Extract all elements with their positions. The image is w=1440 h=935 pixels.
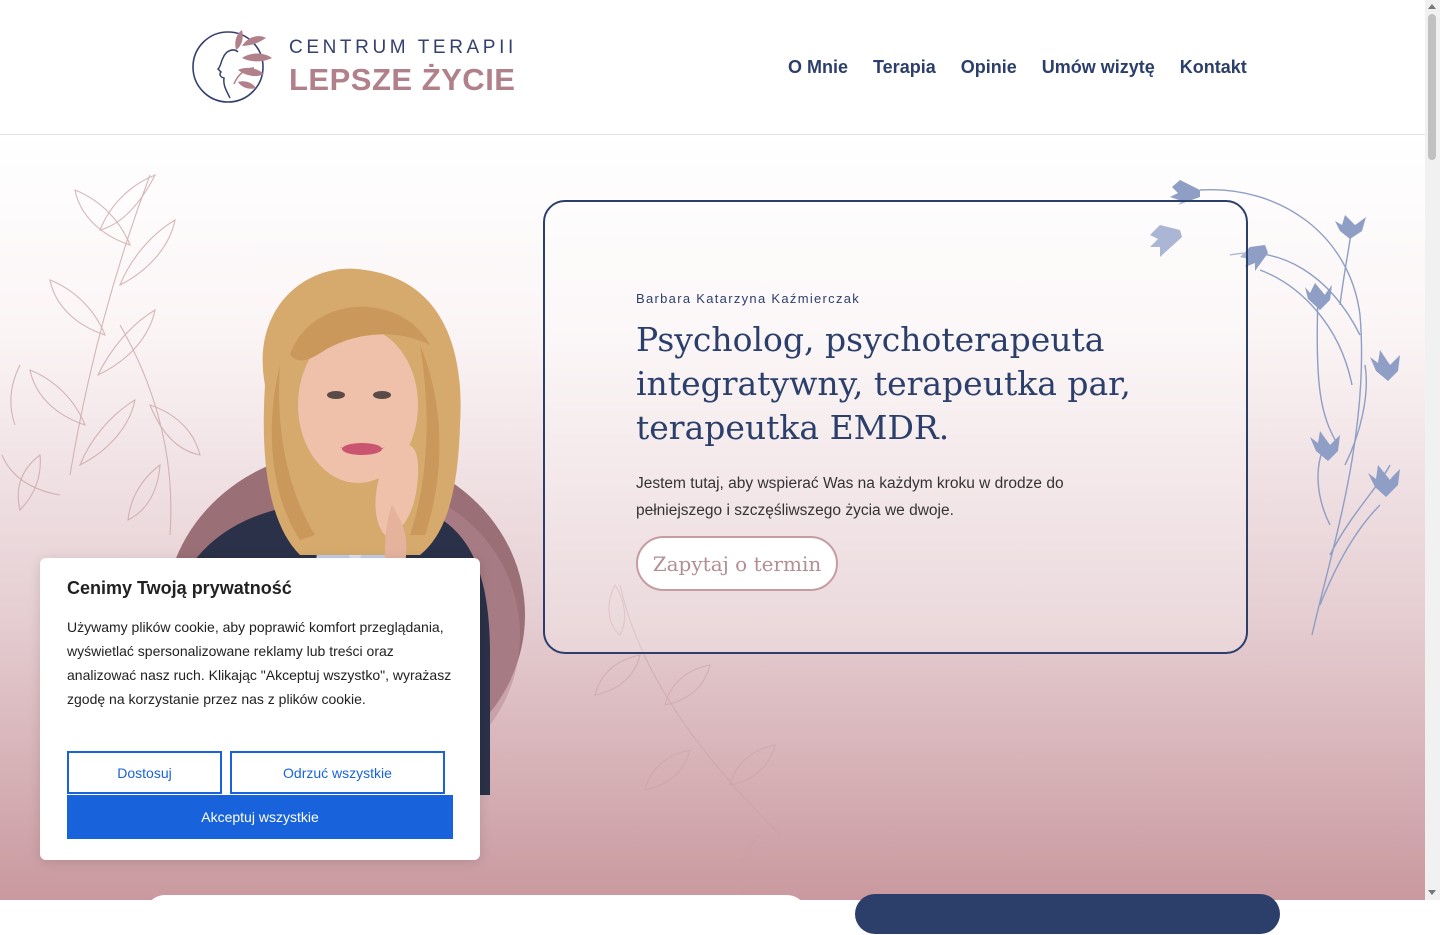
logo-line-1: CENTRUM TERAPII — [289, 37, 517, 58]
intro-card: Barbara Katarzyna Kaźmierczak Psycholog,… — [543, 200, 1248, 654]
cookie-reject-all-button[interactable]: Odrzuć wszystkie — [230, 751, 445, 794]
bottom-card-left — [145, 895, 807, 935]
main-nav: O Mnie Terapia Opinie Umów wizytę Kontak… — [788, 54, 1247, 80]
site-header: CENTRUM TERAPII LEPSZE ŻYCIE O Mnie Tera… — [0, 0, 1425, 135]
cookie-title: Cenimy Twoją prywatność — [67, 578, 292, 598]
bottom-card-right — [855, 894, 1280, 934]
nav-item-opinie[interactable]: Opinie — [961, 54, 1017, 80]
hero-description: Jestem tutaj, aby wspierać Was na każdym… — [636, 475, 1064, 519]
ask-appointment-button[interactable]: Zapytaj o termin — [636, 536, 838, 591]
cookie-customize-button[interactable]: Dostosuj — [67, 751, 222, 794]
nav-item-umow-wizyte[interactable]: Umów wizytę — [1042, 54, 1155, 80]
page-scrollbar[interactable] — [1425, 0, 1440, 900]
scrollbar-thumb[interactable] — [1428, 14, 1436, 160]
therapist-name: Barbara Katarzyna Kaźmierczak — [636, 291, 861, 306]
scroll-up-arrow-icon[interactable] — [1428, 4, 1436, 9]
nav-item-terapia[interactable]: Terapia — [873, 54, 936, 80]
scroll-down-arrow-icon[interactable] — [1428, 890, 1436, 895]
nav-item-o-mnie[interactable]: O Mnie — [788, 54, 848, 80]
logo-line-2: LEPSZE ŻYCIE — [289, 62, 516, 97]
cookie-description: Używamy plików cookie, aby poprawić komf… — [67, 619, 452, 707]
cookie-consent-banner: Cenimy Twoją prywatność Używamy plików c… — [40, 558, 480, 860]
hero-title: Psycholog, psychoterapeuta integratywny,… — [636, 320, 1131, 447]
head-with-leaves-icon — [192, 30, 272, 103]
logo[interactable]: CENTRUM TERAPII LEPSZE ŻYCIE — [190, 28, 530, 106]
cookie-accept-all-button[interactable]: Akceptuj wszystkie — [67, 795, 453, 839]
nav-item-kontakt[interactable]: Kontakt — [1180, 54, 1247, 80]
